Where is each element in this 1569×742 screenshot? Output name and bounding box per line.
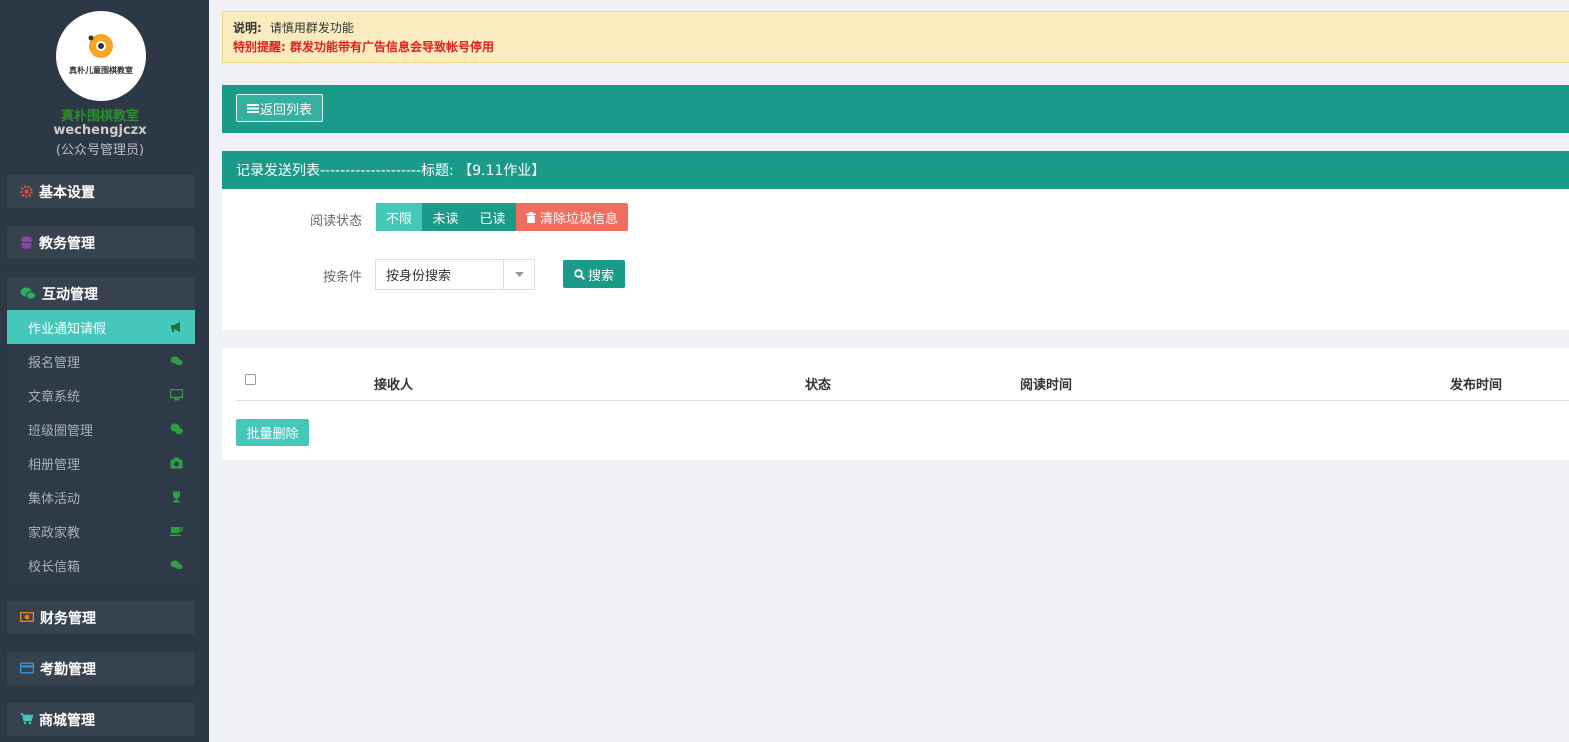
comments-icon [170,356,183,366]
trophy-icon [173,491,180,503]
sidebar-item-label: 集体活动 [28,491,81,507]
filter-panel: 阅读状态 不限 未读 已读 清除垃圾信息 按条件 按身份搜索 搜索 [222,189,1569,330]
sidebar-item-label: 作业通知请假 [28,321,107,337]
sidebar-item-label: 文章系统 [28,389,81,405]
search-icon [574,268,585,280]
sidebar-item-registration[interactable]: 报名管理 [7,344,195,378]
list-icon [247,103,259,113]
card-icon [19,662,35,675]
column-header-read-time: 阅读时间 [1020,378,1073,393]
toolbar: 返回列表 [222,85,1569,133]
nav-group-basic-settings[interactable]: 基本设置 [7,175,195,208]
sidebar-item-label: 班级圈管理 [28,423,94,439]
nav-group-label: 互动管理 [42,286,98,303]
notice-box: 说明: 请慎用群发功能 特别提醒: 群发功能带有广告信息会导致帐号停用 [222,11,1569,63]
cart-icon [20,713,34,726]
nav-group-attendance[interactable]: 考勤管理 [7,652,195,685]
comments-icon [170,560,183,570]
coffee-icon [170,527,183,536]
nav-group-mall[interactable]: 商城管理 [7,703,195,736]
wechat-icon [20,287,36,300]
back-to-list-button[interactable]: 返回列表 [236,94,324,122]
sidebar-item-label: 报名管理 [28,355,81,371]
column-header-recipient: 接收人 [374,378,414,393]
wechat-icon [170,423,183,435]
condition-select-value: 按身份搜索 [386,269,452,284]
condition-label: 按条件 [322,270,362,285]
notice-title: 说明: [233,21,262,35]
nav-group-label: 教务管理 [39,235,95,252]
sidebar-item-group-activity[interactable]: 集体活动 [7,480,195,514]
sidebar-item-principal-mailbox[interactable]: 校长信箱 [7,548,195,582]
column-header-status: 状态 [805,378,832,393]
logo-face-icon [88,34,113,58]
database-icon [20,236,33,249]
interaction-submenu: 作业通知请假 报名管理 文章系统 班级圈管理 相册管理 集体活动 家政家教 校长… [7,310,195,582]
nav-group-finance[interactable]: 财务管理 [7,601,195,634]
sidebar-item-class-circle[interactable]: 班级圈管理 [7,412,195,446]
sidebar-item-label: 家政家教 [28,525,81,541]
nav-group-label: 商城管理 [39,712,95,729]
nav-group-label: 基本设置 [39,184,95,201]
sidebar-item-tutoring[interactable]: 家政家教 [7,514,195,548]
sidebar: 真朴儿童围棋教室 真朴围棋教室 wechengjczx (公众号管理员) 基本设… [0,0,209,742]
batch-delete-button[interactable]: 批量删除 [236,419,309,446]
records-table: 接收人 状态 阅读时间 发布时间 批量删除 [222,348,1569,460]
sidebar-item-label: 校长信箱 [28,559,81,575]
condition-select[interactable]: 按身份搜索 [375,259,535,290]
logo-text: 真朴儿童围棋教室 [69,66,133,75]
org-name: 真朴围棋教室 [60,109,139,124]
notice-text: 请慎用群发功能 [269,21,354,35]
notice-warning: 特别提醒: 群发功能带有广告信息会导致帐号停用 [233,40,494,54]
clear-junk-button[interactable]: 清除垃圾信息 [516,203,628,231]
sidebar-item-articles[interactable]: 文章系统 [7,378,195,412]
sidebar-item-album[interactable]: 相册管理 [7,446,195,480]
logo: 真朴儿童围棋教室 [56,11,146,101]
search-button[interactable]: 搜索 [563,260,625,288]
notice-line: 说明: 请慎用群发功能 [233,19,1569,36]
money-icon [19,611,35,624]
nav-group-academic[interactable]: 教务管理 [7,226,195,259]
search-label: 搜索 [587,268,614,284]
nav-group-label: 考勤管理 [40,661,96,678]
trash-icon [525,211,536,223]
select-all-checkbox[interactable] [245,374,256,385]
clear-junk-label: 清除垃圾信息 [539,211,618,227]
sidebar-item-label: 相册管理 [28,457,81,473]
read-filter-all[interactable]: 不限 [376,203,422,231]
bullhorn-icon [171,322,180,332]
org-account: wechengjczx [53,123,147,138]
org-role: (公众号管理员) [55,143,145,158]
camera-icon [170,457,183,469]
nav-group-label: 财务管理 [40,610,96,627]
table-header: 接收人 状态 阅读时间 发布时间 [236,364,1569,401]
sidebar-item-homework-notice[interactable]: 作业通知请假 [7,310,195,344]
desktop-icon [170,389,183,401]
back-to-list-label: 返回列表 [260,102,313,118]
nav-group-interaction[interactable]: 互动管理 [7,277,195,310]
panel-title: 记录发送列表--------------------标题: 【9.11作业】 [222,151,1569,189]
read-filter-read[interactable]: 已读 [469,203,516,231]
read-filter-unread[interactable]: 未读 [422,203,469,231]
gear-icon [20,185,33,198]
column-header-publish-time: 发布时间 [1450,378,1503,393]
read-status-label: 阅读状态 [309,214,362,229]
chevron-down-icon [503,260,534,289]
